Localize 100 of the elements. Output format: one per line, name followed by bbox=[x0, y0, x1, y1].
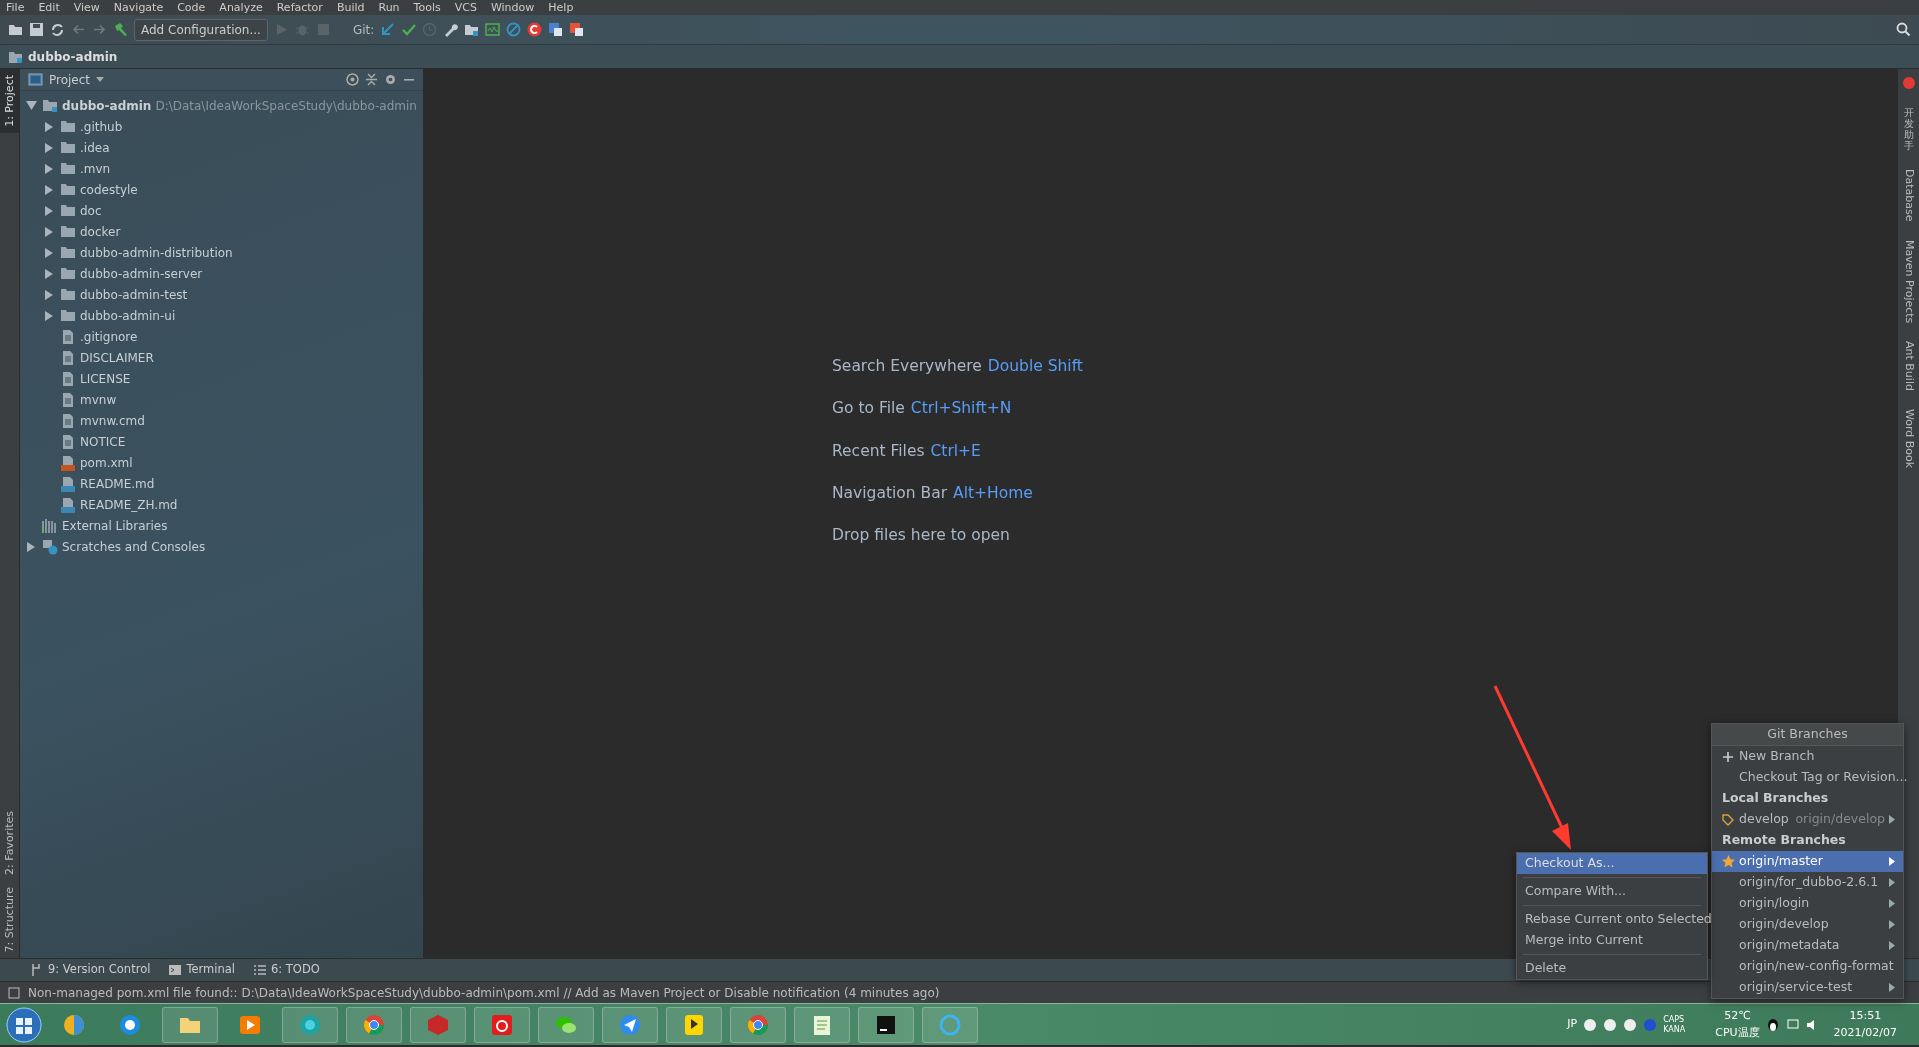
menu-item[interactable]: Build bbox=[336, 0, 365, 15]
open-icon[interactable] bbox=[8, 22, 23, 37]
tool-window-tab[interactable]: 6: TODO bbox=[253, 961, 320, 979]
tree-item[interactable]: .mvn bbox=[80, 159, 111, 178]
tree-item[interactable]: .gitignore bbox=[80, 327, 138, 346]
commit-check-icon[interactable] bbox=[401, 22, 417, 37]
tree-item[interactable]: mvnw bbox=[80, 390, 117, 409]
tree-item[interactable]: README_ZH.md bbox=[80, 495, 178, 514]
browser-icon[interactable] bbox=[746, 1012, 770, 1037]
wrench-icon[interactable] bbox=[443, 22, 459, 37]
menu-item[interactable]: Help bbox=[548, 0, 574, 15]
folder-icon[interactable] bbox=[464, 22, 480, 37]
translate-icon[interactable] bbox=[569, 22, 585, 37]
ime-indicator[interactable]: JP bbox=[1567, 1016, 1578, 1033]
branch-item[interactable]: origin/service-test bbox=[1712, 977, 1903, 998]
menu-item[interactable]: Compare With... bbox=[1517, 881, 1707, 902]
tree-item[interactable]: mvnw.cmd bbox=[80, 411, 145, 430]
tree-item[interactable]: README.md bbox=[80, 474, 155, 493]
tool-window-tab[interactable]: 1: Project bbox=[0, 69, 20, 133]
tree-item[interactable]: NOTICE bbox=[80, 432, 126, 451]
back-arrow-icon[interactable] bbox=[71, 22, 86, 37]
sync-icon[interactable] bbox=[50, 22, 65, 37]
menu-item[interactable]: Edit bbox=[38, 0, 60, 15]
tree-item[interactable]: dubbo-admin-distribution bbox=[80, 243, 233, 262]
branch-item[interactable]: origin/new-config-format bbox=[1712, 956, 1903, 977]
menu-item[interactable]: Run bbox=[378, 0, 400, 15]
collapse-all-icon[interactable] bbox=[365, 73, 378, 86]
notification-icon[interactable] bbox=[8, 986, 20, 999]
locate-icon[interactable] bbox=[346, 73, 359, 86]
search-icon[interactable] bbox=[1896, 22, 1911, 37]
branch-item[interactable]: origin/for_dubbo-2.6.1 bbox=[1712, 872, 1903, 893]
tree-item[interactable]: LICENSE bbox=[80, 369, 131, 388]
play-icon[interactable] bbox=[682, 1012, 706, 1037]
branch-item[interactable]: origin/login bbox=[1712, 893, 1903, 914]
c-logo-icon[interactable] bbox=[527, 22, 543, 37]
menu-item[interactable]: Merge into Current bbox=[1517, 930, 1707, 951]
penguin-icon[interactable] bbox=[1765, 1017, 1780, 1032]
tool-window-tab[interactable]: 9: Version Control bbox=[30, 961, 151, 979]
tool-window-tab[interactable]: 2: Favorites bbox=[0, 804, 20, 881]
panel-title[interactable]: Project bbox=[49, 70, 91, 89]
tree-item[interactable]: dubbo-admin-ui bbox=[80, 306, 176, 325]
tool-window-tab[interactable]: Database bbox=[1900, 169, 1917, 222]
expand-arrow-icon[interactable] bbox=[43, 141, 55, 154]
menu-item[interactable]: VCS bbox=[454, 0, 477, 15]
menu-item[interactable]: File bbox=[6, 0, 25, 15]
browser-icon[interactable] bbox=[362, 1012, 386, 1037]
branch-item[interactable]: origin/develop bbox=[1712, 914, 1903, 935]
expand-arrow-icon[interactable] bbox=[43, 309, 55, 322]
menu-item[interactable]: Checkout As... bbox=[1517, 853, 1707, 874]
expand-arrow-icon[interactable] bbox=[25, 540, 37, 553]
browser-icon[interactable] bbox=[118, 1012, 142, 1037]
paper-plane-icon[interactable] bbox=[618, 1012, 642, 1037]
tool-window-tab[interactable]: 7: Structure bbox=[0, 880, 20, 958]
menu-item[interactable]: Tools bbox=[413, 0, 441, 15]
tree-item[interactable]: docker bbox=[80, 222, 121, 241]
tree-item[interactable]: doc bbox=[80, 201, 102, 220]
tree-item[interactable]: External Libraries bbox=[62, 516, 168, 535]
menu-item[interactable]: Analyze bbox=[219, 0, 263, 15]
update-arrow-icon[interactable] bbox=[380, 22, 396, 37]
breadcrumb[interactable]: dubbo-admin bbox=[28, 47, 118, 66]
clock-date[interactable]: 2021/02/07 bbox=[1833, 1024, 1897, 1041]
start-button[interactable] bbox=[6, 1006, 42, 1043]
caret-icon[interactable] bbox=[96, 77, 105, 82]
expand-arrow-icon[interactable] bbox=[43, 162, 55, 175]
menu-item[interactable]: Delete bbox=[1517, 958, 1707, 979]
expand-arrow-icon[interactable] bbox=[43, 267, 55, 280]
music-icon[interactable] bbox=[490, 1012, 514, 1037]
collapse-arrow-icon[interactable] bbox=[25, 99, 37, 112]
tree-item[interactable]: dubbo-admin-server bbox=[80, 264, 203, 283]
browser-icon[interactable] bbox=[298, 1012, 322, 1037]
expand-arrow-icon[interactable] bbox=[43, 204, 55, 217]
menu-item[interactable]: Refactor bbox=[276, 0, 323, 15]
expand-arrow-icon[interactable] bbox=[43, 288, 55, 301]
branch-item[interactable]: origin/metadata bbox=[1712, 935, 1903, 956]
branch-item[interactable]: origin/master bbox=[1712, 851, 1903, 872]
clock-time[interactable]: 15:51 bbox=[1849, 1008, 1882, 1025]
forward-arrow-icon[interactable] bbox=[92, 22, 107, 37]
tree-item[interactable]: Scratches and Consoles bbox=[62, 537, 206, 556]
tree-item[interactable]: dubbo-admin bbox=[62, 96, 152, 115]
tree-item[interactable]: .idea bbox=[80, 138, 110, 157]
menu-item[interactable]: Navigate bbox=[113, 0, 164, 15]
tool-window-tab[interactable]: Word Book bbox=[1900, 408, 1917, 468]
run-configuration-dropdown[interactable]: Add Configuration... bbox=[134, 18, 268, 41]
expand-arrow-icon[interactable] bbox=[43, 225, 55, 238]
translate-icon[interactable] bbox=[548, 22, 564, 37]
monitor-icon[interactable] bbox=[485, 22, 501, 37]
tool-window-tab[interactable]: Ant Build bbox=[1900, 340, 1917, 391]
tree-item[interactable]: codestyle bbox=[80, 180, 138, 199]
expand-arrow-icon[interactable] bbox=[43, 120, 55, 133]
prohibited-icon[interactable] bbox=[506, 22, 522, 37]
tree-item[interactable]: DISCLAIMER bbox=[80, 348, 154, 367]
tree-item[interactable]: dubbo-admin-test bbox=[80, 285, 188, 304]
tool-window-tab[interactable]: 开发助手 bbox=[1903, 107, 1914, 151]
branch-item[interactable]: develop bbox=[1739, 810, 1789, 829]
menu-item[interactable]: Code bbox=[177, 0, 206, 15]
expand-arrow-icon[interactable] bbox=[43, 246, 55, 259]
expand-arrow-icon[interactable] bbox=[43, 183, 55, 196]
hammer-icon[interactable] bbox=[113, 22, 128, 37]
tool-window-tab[interactable]: Maven Projects bbox=[1900, 239, 1917, 323]
network-icon[interactable] bbox=[1785, 1017, 1800, 1032]
